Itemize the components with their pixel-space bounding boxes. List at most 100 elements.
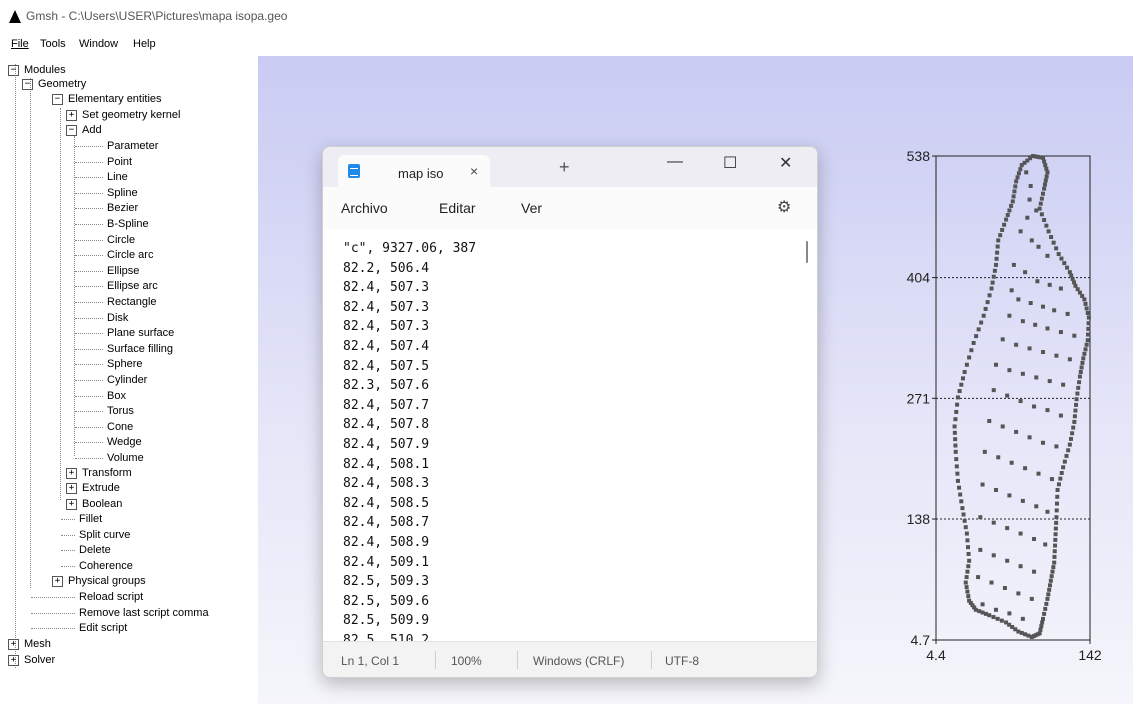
contour-point [1018, 531, 1023, 536]
outline-point [1074, 397, 1079, 402]
tree-add-wedge[interactable]: Wedge [107, 435, 142, 449]
contour-point [1027, 346, 1032, 351]
outline-point [1072, 414, 1077, 419]
x-tick-label: 142 [1078, 647, 1102, 663]
outline-point [1066, 448, 1071, 453]
tree-add-spline[interactable]: Spline [107, 186, 138, 200]
contour-point [1009, 460, 1014, 465]
outline-point [1049, 234, 1054, 239]
isopach-map-plot[interactable]: 538 404 271 138 4.74.4 142 [880, 150, 1130, 680]
expand-icon[interactable]: + [52, 575, 63, 587]
maximize-icon[interactable]: ☐ [723, 153, 737, 173]
tree-split-curve[interactable]: Split curve [79, 528, 130, 542]
tree-edit-script[interactable]: Edit script [79, 621, 127, 635]
tree-add-circle[interactable]: Circle [107, 233, 135, 247]
tree-add-sphere[interactable]: Sphere [107, 357, 142, 371]
tree-physical-groups[interactable]: + Physical groups [52, 574, 146, 588]
outline-point [964, 362, 969, 367]
tree-boolean[interactable]: + Boolean [66, 497, 122, 511]
contour-point [1034, 504, 1039, 509]
tree-fillet[interactable]: Fillet [79, 512, 102, 526]
tree-mesh[interactable]: + Mesh [8, 637, 51, 651]
menu-ver[interactable]: Ver [521, 200, 542, 216]
tree-extrude[interactable]: + Extrude [66, 481, 120, 495]
contour-point [993, 487, 998, 492]
text-line: 82.5, 509.6 [343, 593, 430, 609]
collapse-icon[interactable]: − [22, 78, 33, 90]
tree-add-box[interactable]: Box [107, 389, 126, 403]
tree-add-torus[interactable]: Torus [107, 404, 134, 418]
expand-icon[interactable]: + [66, 467, 77, 479]
collapse-icon[interactable]: − [8, 64, 19, 76]
expand-icon[interactable]: + [8, 638, 19, 650]
tree-coherence[interactable]: Coherence [79, 559, 133, 573]
tree-modules[interactable]: − Modules [8, 63, 66, 77]
tree-reload-script[interactable]: Reload script [79, 590, 143, 604]
notepad-window[interactable]: map iso × + — ☐ ✕ Archivo Editar Ver ⚙ "… [322, 146, 818, 678]
tree-add-b-spline[interactable]: B-Spline [107, 217, 149, 231]
tree-add-ellipse[interactable]: Ellipse [107, 264, 139, 278]
tree-solver[interactable]: + Solver [8, 653, 55, 667]
menu-help[interactable]: Help [133, 38, 156, 50]
text-line: "c", 9327.06, 387 [343, 241, 477, 256]
tree-remove-last-script-command[interactable]: Remove last script comma [79, 606, 209, 620]
outline-point [1078, 369, 1083, 374]
tree-add-parameter[interactable]: Parameter [107, 139, 158, 153]
outline-point [1058, 476, 1063, 481]
tree-add-cylinder[interactable]: Cylinder [107, 373, 147, 387]
tree-add-rectangle[interactable]: Rectangle [107, 295, 157, 309]
contour-point [1014, 429, 1019, 434]
expand-icon[interactable]: + [66, 109, 77, 121]
menu-window[interactable]: Window [79, 38, 118, 50]
expand-icon[interactable]: + [66, 498, 77, 510]
tree-add-disk[interactable]: Disk [107, 311, 128, 325]
tree-add[interactable]: − Add [66, 123, 102, 137]
outline-point [1039, 196, 1044, 201]
tree-add-line[interactable]: Line [107, 170, 128, 184]
text-scrollbar[interactable] [806, 241, 808, 263]
outline-point [1053, 526, 1058, 531]
tree-transform[interactable]: + Transform [66, 466, 132, 480]
new-tab-icon[interactable]: + [559, 157, 570, 178]
outline-point [1044, 223, 1049, 228]
tree-add-bezier[interactable]: Bezier [107, 201, 138, 215]
contour-point [1007, 493, 1012, 498]
outline-point [1084, 306, 1089, 311]
outline-point [967, 355, 972, 360]
menu-editar[interactable]: Editar [439, 200, 476, 216]
menu-archivo[interactable]: Archivo [341, 200, 388, 216]
tree-geometry[interactable]: − Geometry [22, 77, 86, 91]
minimize-icon[interactable]: — [667, 153, 683, 171]
outline-point [1080, 360, 1085, 365]
expand-icon[interactable]: + [8, 654, 19, 666]
collapse-icon[interactable]: − [66, 124, 77, 136]
tree-add-volume[interactable]: Volume [107, 451, 144, 465]
expand-icon[interactable]: + [66, 482, 77, 494]
tree-add-cone[interactable]: Cone [107, 420, 133, 434]
contour-point [1049, 477, 1054, 482]
tree-item-label: B-Spline [107, 218, 149, 231]
tree-add-surface-filling[interactable]: Surface filling [107, 342, 173, 356]
settings-gear-icon[interactable]: ⚙ [777, 197, 791, 217]
tree-add-ellipse-arc[interactable]: Ellipse arc [107, 279, 158, 293]
menu-file[interactable]: File [11, 38, 29, 50]
outline-point [990, 280, 995, 285]
tree-set-geometry-kernel[interactable]: + Set geometry kernel [66, 108, 180, 122]
tree-add-circle-arc[interactable]: Circle arc [107, 248, 153, 262]
tree-add-plane-surface[interactable]: Plane surface [107, 326, 174, 340]
tree-delete[interactable]: Delete [79, 543, 111, 557]
contour-point [1011, 262, 1016, 267]
outline-point [966, 594, 971, 599]
notepad-text-area[interactable]: "c", 9327.06, 387 82.2, 506.4 82.4, 507.3 8… [323, 229, 817, 641]
outline-point [1086, 321, 1091, 326]
notepad-status-bar: Ln 1, Col 1 100% Windows (CRLF) UTF-8 [323, 641, 817, 677]
tree-elementary-entities[interactable]: − Elementary entities [52, 92, 162, 106]
close-tab-icon[interactable]: × [470, 163, 478, 179]
menu-tools[interactable]: Tools [40, 38, 66, 50]
window-close-icon[interactable]: ✕ [779, 153, 792, 173]
tab-map-iso[interactable]: map iso × [338, 155, 490, 189]
tree-add-point[interactable]: Point [107, 155, 132, 169]
outline-point [1052, 554, 1057, 559]
collapse-icon[interactable]: − [52, 93, 63, 105]
outline-point [957, 389, 962, 394]
